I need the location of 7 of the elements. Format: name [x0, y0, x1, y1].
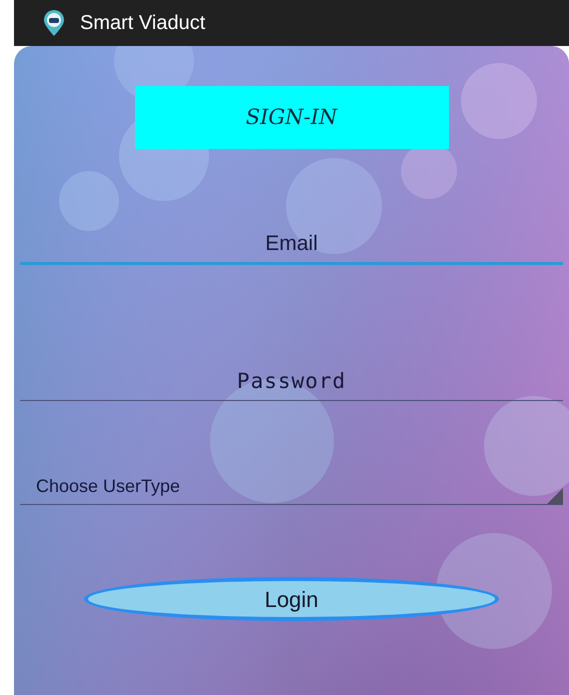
password-field[interactable]: Password — [20, 361, 563, 401]
app-title: Smart Viaduct — [80, 11, 206, 36]
dropdown-corner-icon — [547, 488, 563, 504]
email-field[interactable]: Email — [20, 225, 563, 265]
map-pin-icon — [42, 9, 66, 37]
heading: SIGN-IN — [246, 104, 338, 131]
user-type-dropdown[interactable]: Choose UserType — [20, 469, 563, 505]
